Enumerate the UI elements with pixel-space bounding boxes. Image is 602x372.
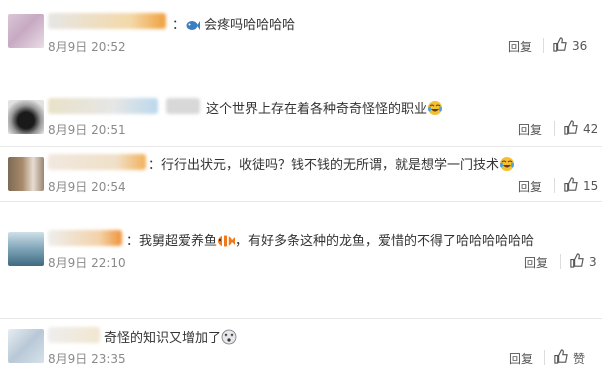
avatar[interactable] — [8, 157, 44, 191]
reply-button[interactable]: 回复 — [508, 38, 532, 55]
comment-text: 奇怪的知识又增加了 — [104, 327, 237, 349]
comment-time: 8月9日 22:10 — [48, 256, 126, 270]
comment-time: 8月9日 23:35 — [48, 352, 126, 366]
divider — [554, 121, 555, 136]
avatar[interactable] — [8, 232, 44, 266]
laugh-cry-icon — [427, 100, 443, 120]
divider — [554, 178, 555, 193]
comment-card-1: ： 会疼吗哈哈哈哈 8月9日 20:52 回复 36 — [0, 0, 602, 60]
comment-time: 8月9日 20:51 — [48, 123, 126, 137]
reply-button[interactable]: 回复 — [524, 254, 548, 271]
like-button[interactable]: 3 — [569, 253, 597, 271]
thumbs-up-icon — [552, 37, 567, 55]
fish-icon — [185, 19, 201, 36]
divider — [560, 254, 561, 269]
reply-button[interactable]: 回复 — [509, 350, 533, 367]
username-blurred[interactable] — [48, 98, 158, 114]
like-button[interactable]: 42 — [563, 120, 598, 138]
comment-card-5: 奇怪的知识又增加了 8月9日 23:35 回复 赞 — [0, 318, 602, 372]
divider — [543, 38, 544, 53]
dizzy-face-icon — [221, 329, 237, 349]
username-blurred[interactable] — [48, 230, 122, 246]
comment-card-2: 这个世界上存在着各种奇奇怪怪的职业 8月9日 20:51 回复 42 — [0, 86, 602, 146]
reply-button[interactable]: 回复 — [518, 178, 542, 195]
comment-text: ： 会疼吗哈哈哈哈 — [172, 14, 295, 36]
avatar[interactable] — [8, 329, 44, 363]
comment-text: 这个世界上存在着各种奇奇怪怪的职业 — [206, 98, 443, 120]
badge-blurred — [166, 98, 200, 114]
thumbs-up-icon — [563, 120, 578, 138]
divider — [544, 350, 545, 365]
username-blurred[interactable] — [48, 13, 166, 29]
comment-time: 8月9日 20:54 — [48, 180, 126, 194]
thumbs-up-icon — [569, 253, 584, 271]
comment-card-4: ：我舅超爱养鱼 ，有好多条这种的龙鱼，爱惜的不得了哈哈哈哈哈哈 8月9日 22:… — [0, 222, 602, 278]
comment-card-3: ：行行出状元，收徒吗？钱不钱的无所谓，就是想学一门技术 8月9日 20:54 回… — [0, 146, 602, 202]
username-blurred[interactable] — [48, 154, 146, 170]
username-blurred[interactable] — [48, 327, 100, 343]
comment-text: ：我舅超爱养鱼 ，有好多条这种的龙鱼，爱惜的不得了哈哈哈哈哈哈 — [126, 230, 534, 252]
avatar[interactable] — [8, 14, 44, 48]
like-button[interactable]: 15 — [563, 177, 598, 195]
like-button[interactable]: 赞 — [553, 349, 585, 367]
like-button[interactable]: 36 — [552, 37, 587, 55]
thumbs-up-icon — [553, 349, 568, 367]
avatar[interactable] — [8, 100, 44, 134]
clownfish-icon — [217, 234, 236, 252]
comment-text: ：行行出状元，收徒吗？钱不钱的无所谓，就是想学一门技术 — [148, 154, 515, 176]
thumbs-up-icon — [563, 177, 578, 195]
laugh-cry-icon — [499, 156, 515, 176]
reply-button[interactable]: 回复 — [518, 121, 542, 138]
comment-time: 8月9日 20:52 — [48, 40, 126, 54]
